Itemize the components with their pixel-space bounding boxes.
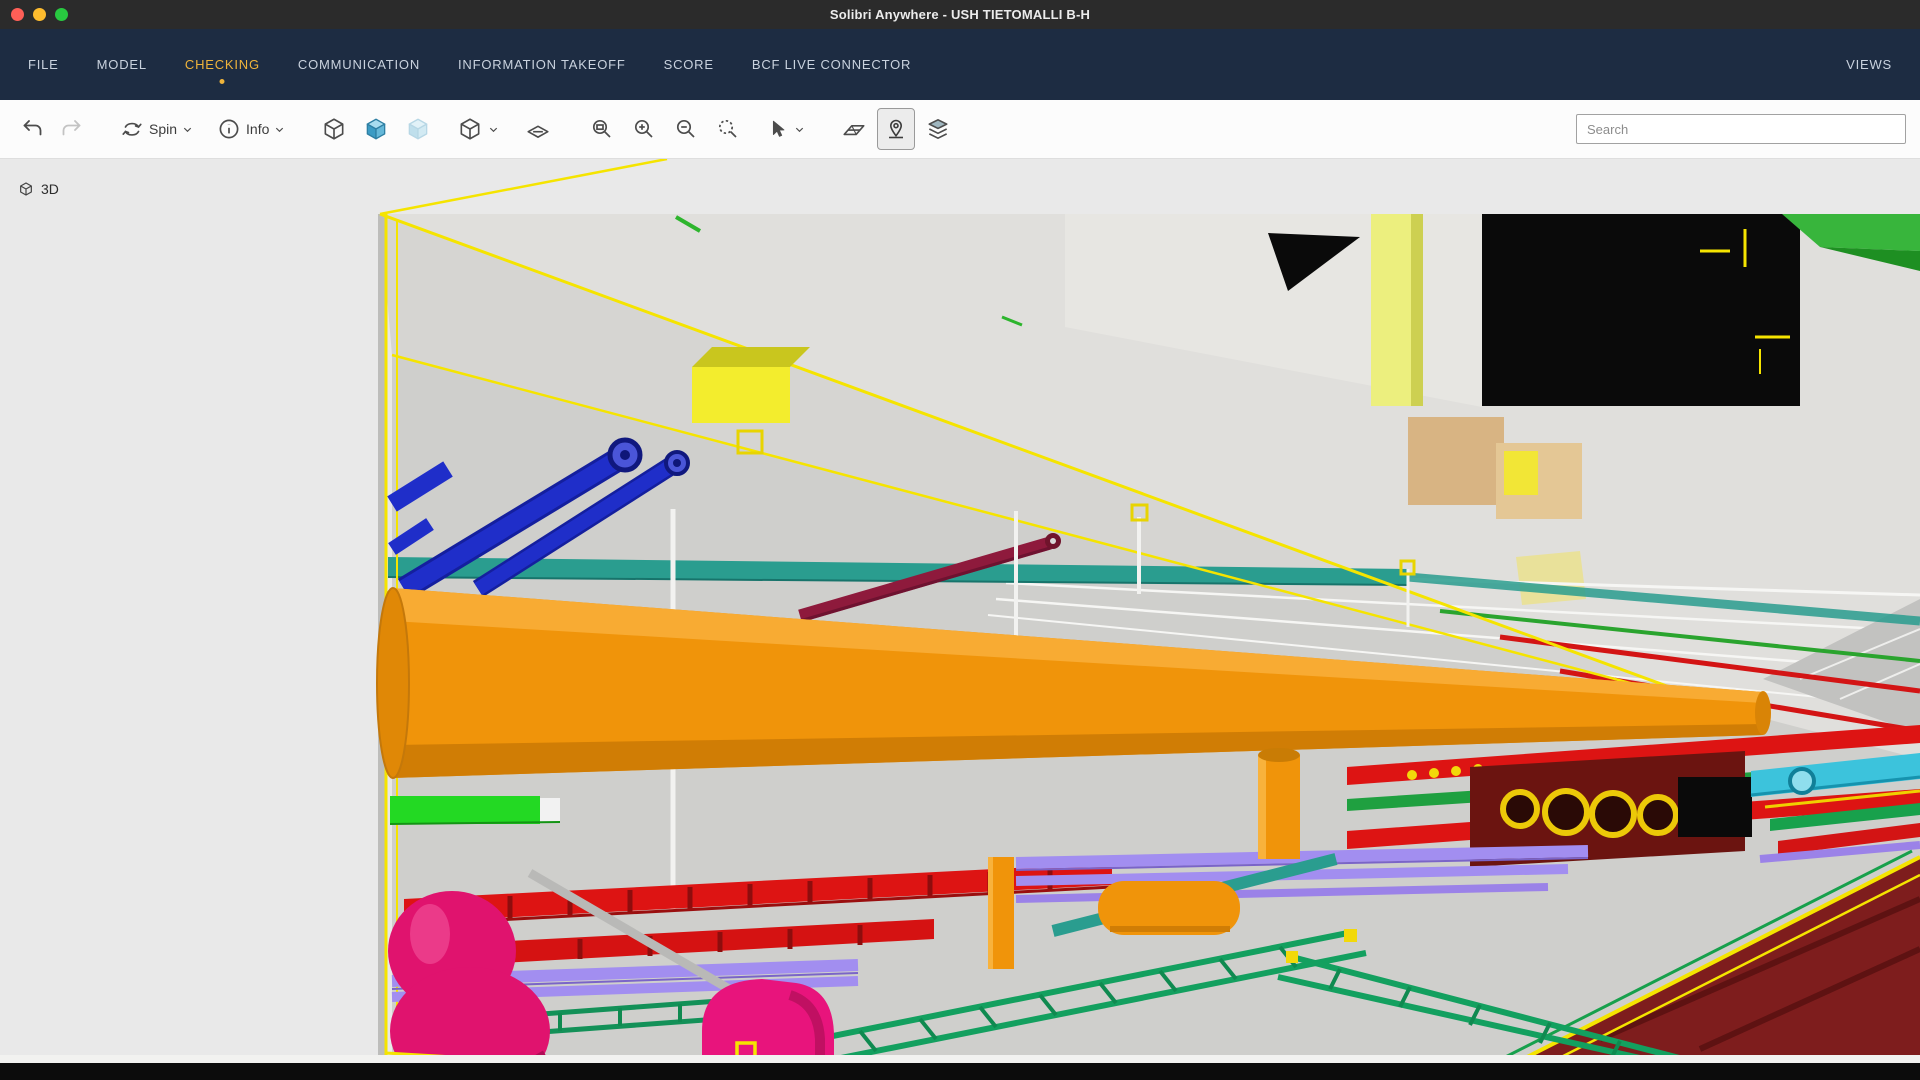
- zoom-window-icon: [590, 117, 614, 141]
- model-bottom-strip: [0, 1053, 1920, 1080]
- redo-icon: [59, 117, 83, 141]
- zoom-window-button[interactable]: [583, 108, 621, 150]
- zoom-in-button[interactable]: [625, 108, 663, 150]
- chevron-down-icon: [488, 124, 499, 135]
- selection-basket-cube-button[interactable]: [357, 108, 395, 150]
- cube-filled-icon: [363, 116, 389, 142]
- menu-views[interactable]: VIEWS: [1844, 47, 1894, 82]
- solibri-window: Solibri Anywhere - USH TIETOMALLI B-H FI…: [0, 0, 1920, 1080]
- select-tool-button[interactable]: [763, 108, 809, 150]
- info-label: Info: [246, 121, 269, 137]
- cube-light-icon: [405, 116, 431, 142]
- menu-items: FILE MODEL CHECKING COMMUNICATION INFORM…: [26, 47, 913, 82]
- zoom-extents-button[interactable]: [709, 108, 747, 150]
- 3d-cube-icon: [18, 181, 34, 197]
- cube-icon: [321, 116, 347, 142]
- 3d-viewport[interactable]: 3D: [0, 159, 1920, 1080]
- undo-icon: [21, 117, 45, 141]
- search-input[interactable]: [1576, 114, 1906, 144]
- chevron-down-icon: [182, 124, 193, 135]
- show-all-cube-button[interactable]: [315, 108, 353, 150]
- menu-score[interactable]: SCORE: [662, 47, 716, 82]
- toolbar-search: [1576, 114, 1906, 144]
- redo-button[interactable]: [52, 108, 90, 150]
- macos-titlebar: Solibri Anywhere - USH TIETOMALLI B-H: [0, 0, 1920, 29]
- layers-button[interactable]: [919, 108, 957, 150]
- view-mode-text: 3D: [41, 181, 59, 197]
- footprint-map-icon: [884, 117, 908, 141]
- zoom-out-button[interactable]: [667, 108, 705, 150]
- model-green-bar: [390, 796, 560, 824]
- chevron-down-icon: [794, 124, 805, 135]
- menu-communication[interactable]: COMMUNICATION: [296, 47, 422, 82]
- hide-selection-cube-button[interactable]: [399, 108, 437, 150]
- zoom-in-icon: [632, 117, 656, 141]
- section-plane-icon: [841, 116, 867, 142]
- toolbar: Spin Info: [0, 100, 1920, 159]
- layers-icon: [925, 116, 951, 142]
- floor-plane-button[interactable]: [519, 108, 557, 150]
- info-icon: [217, 117, 241, 141]
- spin-tool-button[interactable]: Spin: [116, 108, 197, 150]
- window-title: Solibri Anywhere - USH TIETOMALLI B-H: [0, 7, 1920, 22]
- menu-model[interactable]: MODEL: [95, 47, 149, 82]
- section-plane-button[interactable]: [835, 108, 873, 150]
- menu-file[interactable]: FILE: [26, 47, 61, 82]
- view-mode-label: 3D: [18, 181, 59, 197]
- spin-rotate-icon: [120, 117, 144, 141]
- cube-dropdown-icon: [457, 116, 483, 142]
- zoom-extents-icon: [716, 117, 740, 141]
- main-menubar: FILE MODEL CHECKING COMMUNICATION INFORM…: [0, 29, 1920, 100]
- menu-checking[interactable]: CHECKING: [183, 47, 262, 82]
- bim-model-canvas[interactable]: [0, 159, 1920, 1080]
- info-tool-button[interactable]: Info: [213, 108, 289, 150]
- menu-bcf-live-connector[interactable]: BCF LIVE CONNECTOR: [750, 47, 913, 82]
- footprint-tool-button[interactable]: [877, 108, 915, 150]
- chevron-down-icon: [274, 124, 285, 135]
- plane-icon: [525, 116, 551, 142]
- menu-information-takeoff[interactable]: INFORMATION TAKEOFF: [456, 47, 628, 82]
- view-presets-button[interactable]: [453, 108, 503, 150]
- zoom-out-icon: [674, 117, 698, 141]
- undo-button[interactable]: [14, 108, 52, 150]
- spin-label: Spin: [149, 121, 177, 137]
- select-cursor-icon: [767, 118, 789, 140]
